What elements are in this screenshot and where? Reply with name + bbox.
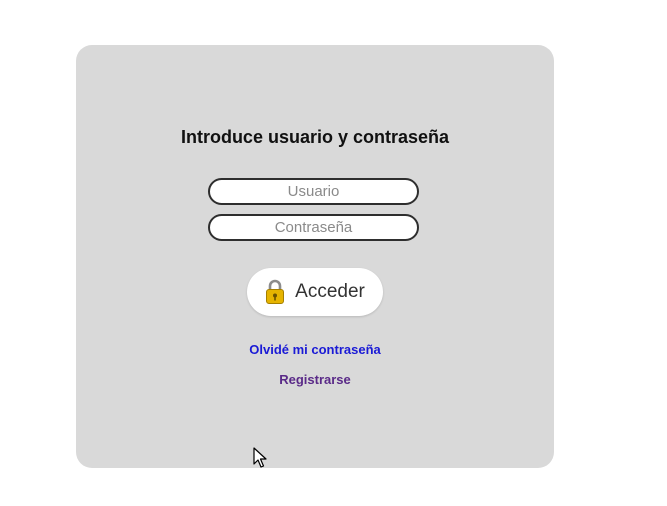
- forgot-password-link[interactable]: Olvidé mi contraseña: [0, 342, 630, 357]
- login-title: Introduce usuario y contraseña: [180, 127, 450, 147]
- login-button[interactable]: Acceder: [247, 268, 383, 316]
- login-button-label: Acceder: [295, 281, 365, 302]
- username-field[interactable]: [208, 178, 419, 205]
- mouse-cursor-icon: [253, 447, 267, 468]
- lock-icon: [266, 279, 285, 304]
- register-link[interactable]: Registrarse: [0, 372, 630, 387]
- login-card: [76, 45, 554, 468]
- page: Introduce usuario y contraseña Acceder O…: [0, 0, 667, 506]
- password-field[interactable]: [208, 214, 419, 241]
